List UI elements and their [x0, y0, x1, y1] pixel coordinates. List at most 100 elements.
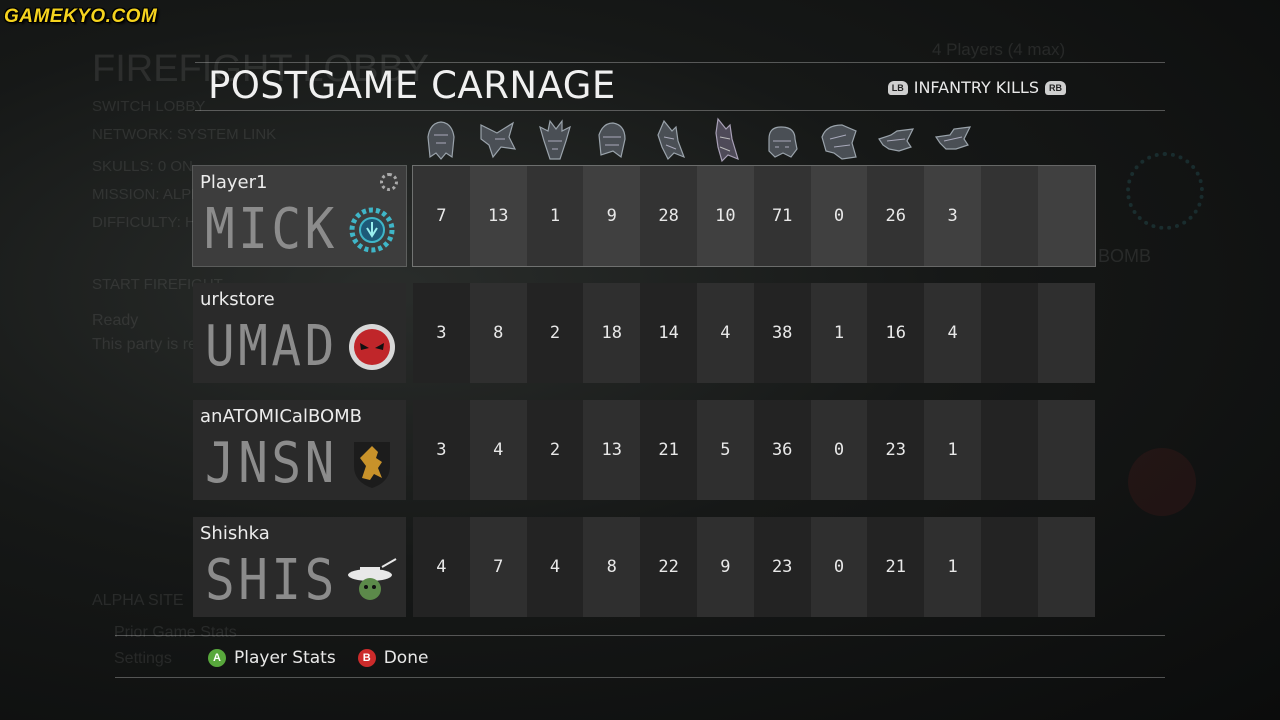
bg-menu-line: Ready — [92, 312, 139, 329]
stat-cell: 4 — [696, 283, 754, 383]
stat-cell: 71 — [753, 166, 811, 266]
button-legend: A Player Stats B Done — [208, 648, 428, 668]
stat-cell: 14 — [640, 283, 697, 383]
player-row-urkstore[interactable]: urkstore UMAD 3 8 2 18 14 4 38 1 16 4 — [193, 283, 1095, 383]
stat-cell — [1037, 166, 1095, 266]
stat-cell: 13 — [583, 400, 641, 500]
stat-cell: 26 — [867, 166, 925, 266]
stat-cell: 13 — [469, 166, 527, 266]
lion-shield-emblem-icon — [346, 438, 398, 490]
stat-cell: 10 — [696, 166, 754, 266]
b-button-icon[interactable]: B — [357, 649, 376, 667]
stat-cell: 3 — [413, 283, 470, 383]
player-card[interactable]: Player1 MICK — [192, 165, 407, 267]
stat-cell — [980, 517, 1038, 617]
stat-cell — [980, 166, 1038, 266]
bg-bottom-line: Settings — [114, 650, 172, 667]
stat-cell: 7 — [469, 517, 527, 617]
elite-icon — [640, 112, 697, 168]
stat-cell — [1037, 517, 1095, 617]
player-card[interactable]: anATOMICalBOMB JNSN — [193, 400, 406, 500]
stat-cell: 3 — [924, 166, 981, 266]
stat-cell: 18 — [583, 283, 641, 383]
bg-menu-line: SWITCH LOBBY — [92, 98, 206, 115]
bg-menu-line: SKULLS: 0 ON — [92, 158, 193, 175]
stat-cell: 1 — [924, 400, 981, 500]
stat-cell: 2 — [526, 283, 584, 383]
stat-cell: 1 — [526, 166, 584, 266]
stat-cell: 3 — [413, 400, 470, 500]
service-tag: MICK — [205, 197, 338, 262]
hunter-icon — [811, 112, 868, 168]
stat-cell: 5 — [696, 400, 754, 500]
stat-cell: 16 — [867, 283, 925, 383]
player-stat-cells: 4 7 4 8 22 9 23 0 21 1 — [413, 517, 1095, 617]
grunt-icon — [413, 112, 470, 168]
stat-cell: 7 — [413, 166, 470, 266]
player-row-player1[interactable]: Player1 MICK 7 13 1 9 28 10 71 0 26 3 — [192, 165, 1096, 267]
gamertag: anATOMICalBOMB — [200, 406, 363, 427]
header-top-divider — [195, 62, 1165, 63]
angry-face-emblem-icon — [346, 321, 398, 373]
stat-cell: 9 — [696, 517, 754, 617]
player-stat-cells: 3 4 2 13 21 5 36 0 23 1 — [413, 400, 1095, 500]
stat-cell: 23 — [753, 517, 811, 617]
stat-cell: 28 — [640, 166, 697, 266]
service-tag: SHIS — [205, 548, 338, 613]
stat-cell: 38 — [753, 283, 811, 383]
player-stat-cells: 3 8 2 18 14 4 38 1 16 4 — [413, 283, 1095, 383]
bg-emblem-gear — [1126, 152, 1204, 230]
player-card[interactable]: urkstore UMAD — [193, 283, 406, 383]
footer-bottom-divider — [115, 677, 1165, 678]
enemy-type-header — [413, 112, 981, 168]
stat-cell: 2 — [526, 400, 584, 500]
lb-bumper-icon[interactable]: LB — [887, 80, 908, 95]
stat-cell: 8 — [583, 517, 641, 617]
stat-cell — [1037, 400, 1095, 500]
stat-cell: 1 — [924, 517, 981, 617]
gamertag: Shishka — [200, 523, 270, 544]
stat-cell: 0 — [810, 166, 868, 266]
skirmisher-icon — [527, 112, 584, 168]
stat-cell: 21 — [867, 517, 925, 617]
stat-cell: 1 — [810, 283, 868, 383]
bg-bottom-line: Prior Game Stats — [114, 624, 237, 641]
stat-cell: 36 — [753, 400, 811, 500]
stat-cell: 4 — [413, 517, 470, 617]
brute-icon — [754, 112, 811, 168]
gear-emblem-icon — [346, 204, 398, 256]
stat-cell — [1037, 283, 1095, 383]
player-row-shishka[interactable]: Shishka SHIS 4 7 4 8 22 9 23 0 21 1 — [193, 517, 1095, 617]
footer-top-divider — [115, 635, 1165, 636]
stat-cell — [980, 400, 1038, 500]
page-title: POSTGAME CARNAGE — [208, 64, 616, 107]
player-row-anatomicalbomb[interactable]: anATOMICalBOMB JNSN 3 4 2 13 21 5 36 0 23 1 — [193, 400, 1095, 500]
a-button-icon[interactable]: A — [208, 649, 226, 667]
bg-side-text: BOMB — [1098, 246, 1152, 266]
stat-cell: 4 — [469, 400, 527, 500]
stat-cell: 8 — [469, 283, 527, 383]
stat-category-selector[interactable]: LB INFANTRY KILLS RB — [887, 78, 1066, 97]
player-stat-cells: 7 13 1 9 28 10 71 0 26 3 — [412, 165, 1096, 267]
loading-spinner-icon — [380, 173, 398, 191]
hat-emblem-icon — [346, 555, 398, 607]
stat-cell: 4 — [924, 283, 981, 383]
jackal-icon — [470, 112, 527, 168]
rb-bumper-icon[interactable]: RB — [1045, 80, 1066, 95]
service-tag: UMAD — [205, 314, 338, 379]
elite-ranger-icon — [697, 112, 754, 168]
engineer-icon — [867, 112, 924, 168]
stat-cell: 4 — [526, 517, 584, 617]
drone-icon — [583, 112, 640, 168]
done-button[interactable]: Done — [384, 648, 429, 668]
stat-cell: 22 — [640, 517, 697, 617]
player-stats-button[interactable]: Player Stats — [234, 648, 336, 668]
player-card[interactable]: Shishka SHIS — [193, 517, 406, 617]
bg-player-count: 4 Players (4 max) — [932, 40, 1066, 59]
stat-cell: 0 — [810, 400, 868, 500]
bg-menu-line: NETWORK: SYSTEM LINK — [92, 126, 277, 143]
stat-cell: 9 — [583, 166, 641, 266]
skirmisher-commando-icon — [924, 112, 981, 168]
stat-cell — [980, 283, 1038, 383]
stat-cell: 23 — [867, 400, 925, 500]
